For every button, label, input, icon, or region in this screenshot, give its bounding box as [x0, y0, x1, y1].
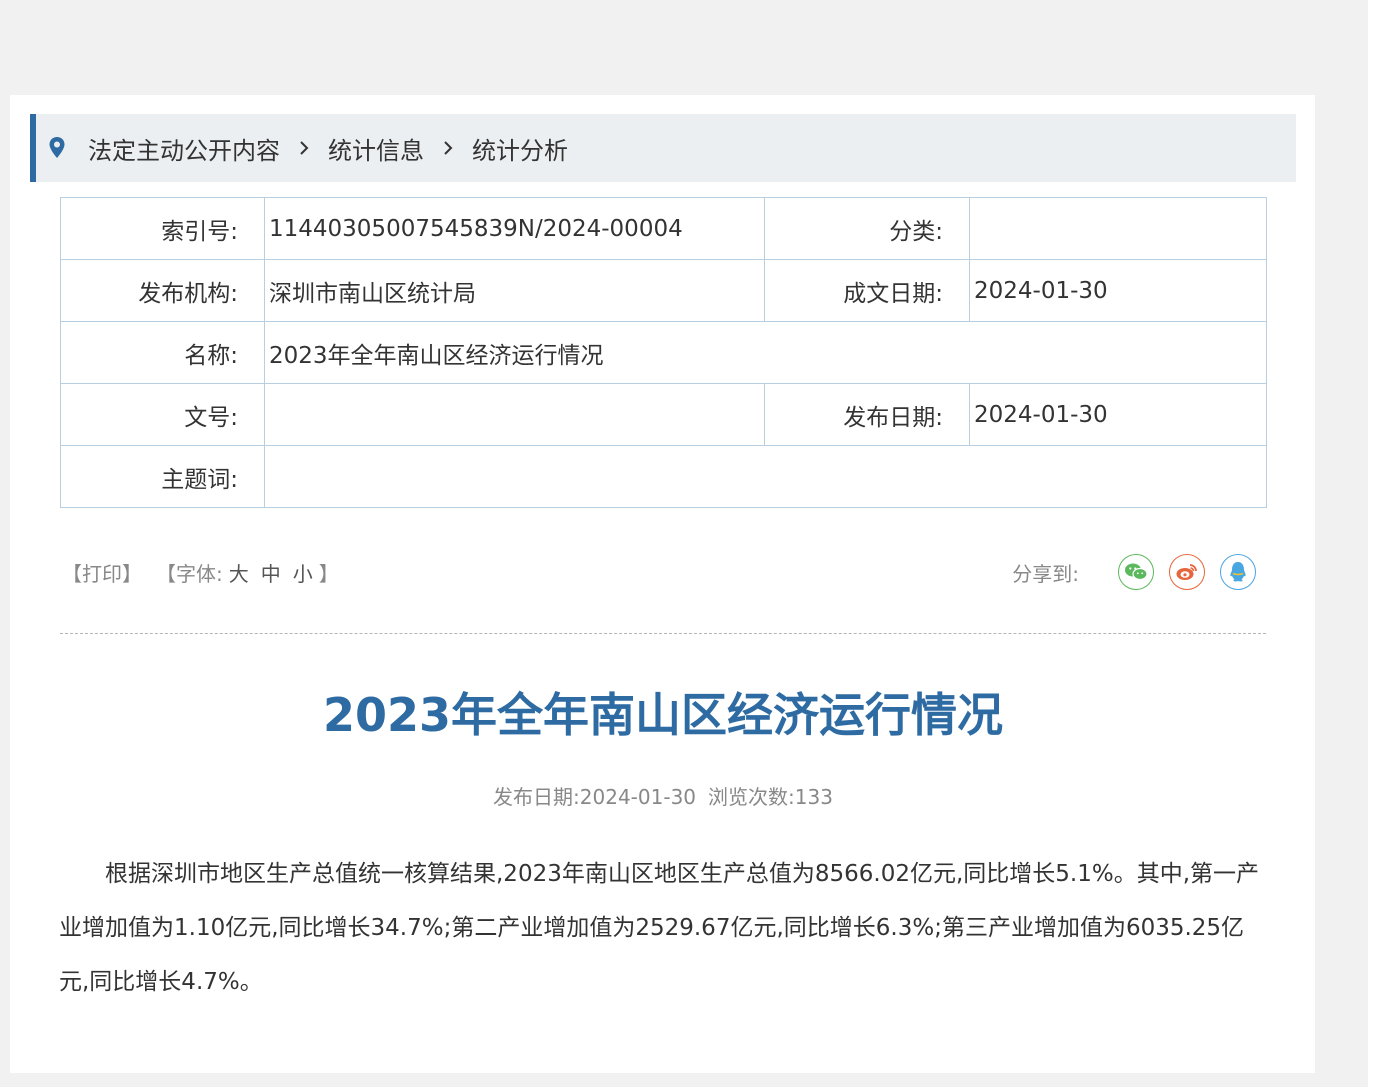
chevron-right-icon [424, 140, 472, 156]
keywords-value [264, 445, 1267, 508]
dashed-divider [60, 633, 1266, 634]
publish-date-value: 2024-01-30 [969, 383, 1267, 446]
keywords-label: 主题词: [60, 445, 265, 508]
name-label: 名称: [60, 321, 265, 384]
print-button[interactable]: 【打印】 [62, 558, 142, 587]
table-row: 发布机构: 深圳市南山区统计局 成文日期: 2024-01-30 [60, 259, 1267, 322]
wechat-share-button[interactable] [1118, 554, 1154, 590]
content-panel: 法定主动公开内容 统计信息 统计分析 索引号: 1144030500754583… [10, 95, 1315, 1073]
share-bar: 分享到: [1012, 547, 1256, 597]
font-medium-button[interactable]: 中 [261, 558, 281, 587]
weibo-share-button[interactable] [1169, 554, 1205, 590]
publisher-value: 深圳市南山区统计局 [264, 259, 765, 322]
index-value: 11440305007545839N/2024-00004 [264, 197, 765, 260]
category-label: 分类: [764, 197, 970, 260]
font-size-suffix: 】 [318, 561, 339, 586]
table-row: 主题词: [60, 445, 1267, 508]
article-title: 2023年全年南山区经济运行情况 [322, 688, 1004, 742]
article-publish-date: 发布日期:2024-01-30 [493, 785, 697, 809]
table-row: 名称: 2023年全年南山区经济运行情况 [60, 321, 1267, 384]
article-view-count: 浏览次数:133 [708, 785, 833, 809]
chevron-right-icon [280, 140, 328, 156]
wechat-icon [1125, 563, 1148, 581]
table-row: 索引号: 11440305007545839N/2024-00004 分类: [60, 197, 1267, 260]
table-row: 文号: 发布日期: 2024-01-30 [60, 383, 1267, 446]
page-scrollbar[interactable] [1368, 0, 1386, 1087]
qq-icon [1230, 562, 1246, 582]
written-date-value: 2024-01-30 [969, 259, 1267, 322]
article-toolbar: 【打印】 【字体: 大 中 小 】 分享到: [62, 547, 1268, 597]
breadcrumb: 法定主动公开内容 统计信息 统计分析 [30, 114, 1296, 182]
index-label: 索引号: [60, 197, 265, 260]
weibo-icon [1176, 564, 1197, 580]
font-large-button[interactable]: 大 [229, 558, 249, 587]
doc-number-value [264, 383, 765, 446]
publish-date-label: 发布日期: [764, 383, 970, 446]
breadcrumb-item-statistics-info[interactable]: 统计信息 [328, 131, 424, 166]
document-info-table: 索引号: 11440305007545839N/2024-00004 分类: 发… [60, 197, 1267, 508]
font-small-button[interactable]: 小 [293, 558, 313, 587]
qq-share-button[interactable] [1220, 554, 1256, 590]
article-paragraph: 根据深圳市地区生产总值统一核算结果,2023年南山区地区生产总值为8566.02… [59, 861, 1260, 995]
name-value: 2023年全年南山区经济运行情况 [264, 321, 1267, 384]
article-publish-info: 发布日期:2024-01-30 浏览次数:133 [60, 781, 1266, 810]
share-label: 分享到: [1012, 561, 1079, 586]
location-pin-icon [48, 135, 70, 161]
doc-number-label: 文号: [60, 383, 265, 446]
breadcrumb-item-public-content[interactable]: 法定主动公开内容 [88, 131, 280, 166]
category-value [969, 197, 1267, 260]
breadcrumb-item-statistics-analysis[interactable]: 统计分析 [472, 131, 568, 166]
publisher-label: 发布机构: [60, 259, 265, 322]
written-date-label: 成文日期: [764, 259, 970, 322]
font-size-label: 【字体: [156, 561, 223, 586]
